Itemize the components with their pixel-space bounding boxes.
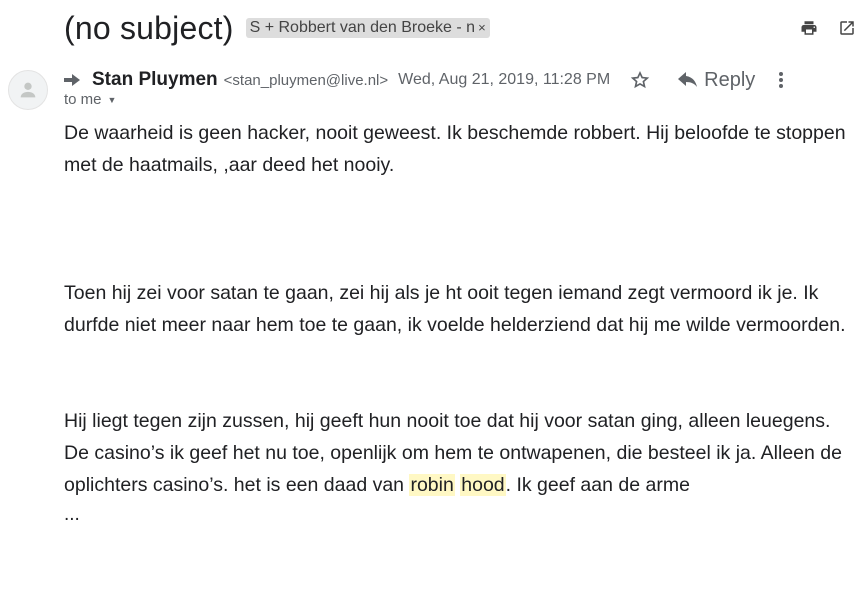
top-actions [799,18,857,38]
sender-row: Stan Pluymen <stan_pluymen@live.nl> Wed,… [64,67,857,93]
reply-label: Reply [704,68,756,91]
more-vert-icon[interactable] [779,70,787,90]
email-subject: (no subject) [64,9,234,46]
recipients-toggle[interactable]: to me ▼ [64,91,116,108]
open-in-new-window-icon[interactable] [837,18,857,38]
email-body: De waarheid is geen hacker, nooit gewees… [64,117,851,529]
default-avatar-icon [20,82,36,98]
reply-arrow-icon [678,72,698,87]
label-chip[interactable]: S + Robbert van den Broeke - n × [245,18,490,38]
trimmed-content-toggle[interactable]: ... [64,501,851,529]
star-icon[interactable] [630,70,650,90]
sender-avatar[interactable] [8,70,48,110]
chevron-down-icon: ▼ [107,94,117,105]
body-paragraph-3: Hij liegt tegen zijn zussen, hij geeft h… [64,405,851,501]
body-paragraph-2: Toen hij zei voor satan te gaan, zei hij… [64,282,846,336]
sender-name[interactable]: Stan Pluymen [92,69,218,91]
print-icon[interactable] [799,18,819,38]
subject-row: (no subject) S + Robbert van den Broeke … [64,8,490,48]
sender-email: <stan_pluymen@live.nl> [223,71,389,89]
recipients-text: to me [64,91,102,108]
forwarded-arrow-icon [64,72,84,88]
label-chip-text: S + Robbert van den Broeke - n [249,19,476,36]
highlighted-term: hood [460,474,506,496]
highlighted-term: robin [409,474,455,496]
body-paragraph-3-tail: . Ik geef aan de arme [505,474,690,496]
reply-button[interactable]: Reply [678,69,755,92]
body-paragraph-1: De waarheid is geen hacker, nooit gewees… [64,122,846,176]
label-remove-button[interactable]: × [478,18,486,38]
email-date: Wed, Aug 21, 2019, 11:28 PM [398,71,611,88]
